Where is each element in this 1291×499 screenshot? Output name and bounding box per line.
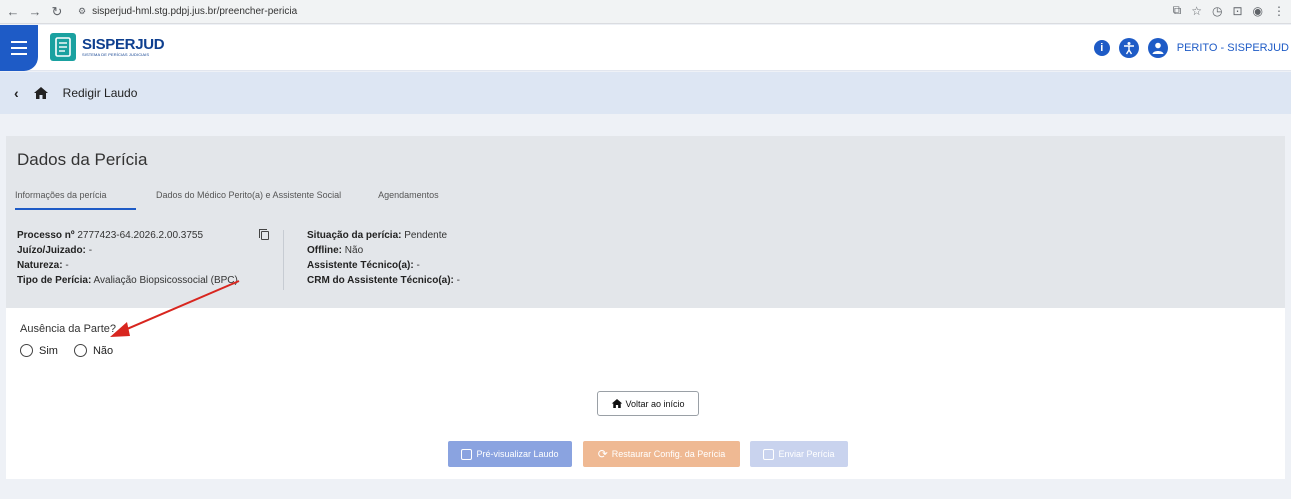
info-value: -: [416, 260, 420, 271]
info-icon[interactable]: i: [1093, 40, 1110, 56]
info-label: Assistente Técnico(a):: [307, 260, 414, 271]
menu-bar: [11, 41, 27, 43]
pericia-card: Dados da Perícia Informações da perícia …: [6, 136, 1285, 479]
install-icon[interactable]: ⧉: [1173, 3, 1182, 18]
info-label: CRM do Assistente Técnico(a):: [307, 275, 454, 286]
info-row: Assistente Técnico(a): -: [307, 258, 707, 273]
logo-subtitle: SISTEMA DE PERÍCIAS JUDICIAIS: [82, 52, 150, 57]
home-button-label: Voltar ao início: [625, 398, 685, 409]
send-file-icon: [763, 448, 775, 460]
preview-icon: [461, 448, 473, 460]
app-header: SISPERJUD SISTEMA DE PERÍCIAS JUDICIAIS …: [0, 25, 1291, 71]
preview-button[interactable]: Pré-visualizar Laudo: [448, 441, 572, 467]
chevron-left-icon[interactable]: ‹: [14, 85, 19, 101]
menu-bar: [11, 47, 27, 49]
star-icon[interactable]: ☆: [1191, 4, 1202, 18]
info-row: Situação da perícia: Pendente: [307, 228, 707, 243]
info-row: Offline: Não: [307, 243, 707, 258]
info-right: Situação da perícia: Pendente Offline: N…: [307, 228, 707, 288]
logo-document-icon: [50, 33, 76, 61]
extensions-icon[interactable]: ⊡: [1232, 4, 1242, 18]
url-text: sisperjud-hml.stg.pdpj.jus.br/preencher-…: [92, 6, 298, 17]
user-icon[interactable]: [1147, 38, 1168, 58]
arrow-right-icon[interactable]: →: [26, 3, 44, 21]
red-arrow-annotation: [110, 280, 240, 337]
more-icon[interactable]: ⋮: [1273, 4, 1285, 18]
arrow-left-icon[interactable]: ←: [4, 3, 22, 21]
profile-icon[interactable]: ◉: [1253, 4, 1263, 18]
breadcrumb: ‹ Redigir Laudo: [0, 72, 1291, 114]
browser-actions: ⧉ ☆ ◷ ⊡ ◉ ⋮: [1173, 3, 1285, 18]
logo-title: SISPERJUD: [82, 36, 165, 53]
send-button-label: Enviar Perícia: [778, 449, 835, 459]
tab-agendamentos[interactable]: Agendamentos: [378, 186, 439, 210]
logo[interactable]: SISPERJUD SISTEMA DE PERÍCIAS JUDICIAIS: [50, 33, 165, 61]
menu-button[interactable]: [0, 25, 38, 71]
performance-icon[interactable]: ◷: [1212, 4, 1222, 18]
sync-icon: ⟳: [597, 447, 608, 461]
menu-bar: [11, 53, 27, 55]
accessibility-icon[interactable]: [1118, 38, 1139, 58]
site-info-icon[interactable]: ⚙: [78, 6, 86, 17]
reload-icon[interactable]: ↻: [48, 3, 66, 21]
header-actions: i PERITO - SISPERJUD: [1093, 38, 1289, 58]
info-value: Pendente: [404, 230, 448, 241]
home-button[interactable]: Voltar ao início: [597, 391, 699, 416]
restore-button-label: Restaurar Config. da Perícia: [611, 449, 726, 459]
user-label[interactable]: PERITO - SISPERJUD: [1177, 42, 1289, 54]
preview-button-label: Pré-visualizar Laudo: [476, 449, 559, 459]
page-title: Redigir Laudo: [62, 86, 138, 100]
info-label: Offline:: [307, 245, 342, 256]
info-row: CRM do Assistente Técnico(a): -: [307, 273, 707, 288]
info-value: -: [456, 275, 460, 286]
home-icon: [612, 399, 623, 408]
address-bar[interactable]: ⚙ sisperjud-hml.stg.pdpj.jus.br/preenche…: [72, 3, 1072, 21]
browser-toolbar: ← → ↻ ⚙ sisperjud-hml.stg.pdpj.jus.br/pr…: [0, 0, 1291, 24]
info-value: Não: [344, 245, 364, 256]
restore-button[interactable]: ⟳ Restaurar Config. da Perícia: [583, 441, 740, 467]
send-button[interactable]: Enviar Perícia: [750, 441, 848, 467]
home-icon[interactable]: [33, 86, 49, 100]
info-label: Situação da perícia:: [307, 230, 402, 241]
